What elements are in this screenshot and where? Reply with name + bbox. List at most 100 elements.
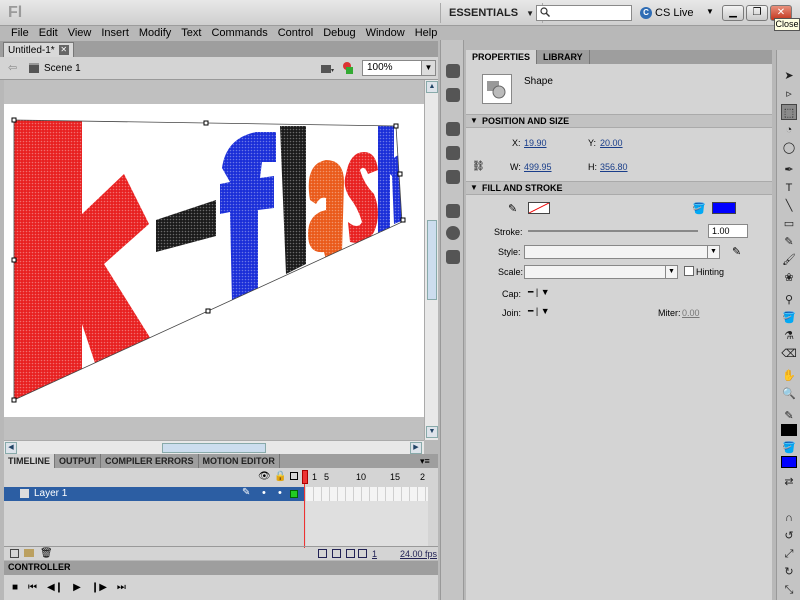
close-icon[interactable]: ✕: [58, 45, 69, 55]
style-select[interactable]: ▼: [524, 245, 720, 259]
hand-tool-icon[interactable]: ✋: [781, 368, 797, 384]
stroke-slider[interactable]: [528, 230, 698, 232]
go-to-end-icon[interactable]: ⏭: [117, 582, 126, 593]
h-value[interactable]: 356.80: [600, 162, 628, 172]
scroll-right-button[interactable]: ▶: [410, 442, 422, 454]
menu-edit[interactable]: Edit: [34, 26, 63, 40]
scroll-left-button[interactable]: ◀: [5, 442, 17, 454]
scale-select[interactable]: ▼: [524, 265, 678, 279]
stage-artwork[interactable]: [4, 104, 424, 417]
edit-multiple-frames-icon[interactable]: [358, 549, 367, 558]
miter-value[interactable]: 0.00: [682, 308, 700, 318]
horizontal-scroll-thumb[interactable]: [162, 443, 266, 453]
panel-menu-icon[interactable]: ▾≡: [420, 456, 430, 467]
eye-icon[interactable]: 👁: [258, 471, 271, 482]
subselection-tool-icon[interactable]: ▹: [781, 86, 797, 102]
playhead[interactable]: [302, 470, 308, 484]
deco-tool-icon[interactable]: ❀: [781, 270, 797, 286]
library-icon[interactable]: [446, 122, 460, 136]
scale-icon[interactable]: ⤡: [781, 582, 797, 598]
outline-icon[interactable]: [290, 472, 298, 480]
stroke-color-swatch[interactable]: [528, 202, 550, 214]
step-back-icon[interactable]: ◀❙: [47, 582, 63, 593]
edit-symbols-icon[interactable]: [342, 61, 356, 75]
rewind-icon[interactable]: ⏮: [28, 582, 37, 593]
frames-area[interactable]: [306, 501, 428, 547]
hinting-checkbox[interactable]: [684, 266, 694, 276]
menu-text[interactable]: Text: [176, 26, 206, 40]
zoom-tool-icon[interactable]: 🔍: [781, 386, 797, 402]
vertical-scroll-thumb[interactable]: [427, 220, 437, 300]
stroke-color-chip[interactable]: [781, 424, 797, 436]
zoom-select[interactable]: 100% ▼: [362, 60, 436, 76]
cap-select[interactable]: ━ | ▼: [528, 287, 550, 298]
outline-color[interactable]: [290, 490, 298, 498]
components-icon[interactable]: [446, 170, 460, 184]
selection-tool-icon[interactable]: ➤: [781, 68, 797, 84]
back-arrow-icon[interactable]: ⇦: [8, 61, 17, 74]
straighten-icon[interactable]: ⤢: [781, 546, 797, 562]
fill-color-chip[interactable]: [781, 456, 797, 468]
snap-icon[interactable]: ∩: [781, 510, 797, 526]
tab-properties[interactable]: PROPERTIES: [466, 50, 538, 64]
cs-live-button[interactable]: C CS Live: [640, 7, 694, 19]
edit-scene-icon[interactable]: [320, 61, 334, 75]
link-icon[interactable]: ⛓: [472, 161, 485, 172]
onion-skin-icon[interactable]: [332, 549, 341, 558]
align-icon[interactable]: [446, 204, 460, 218]
smooth-icon[interactable]: ↺: [781, 528, 797, 544]
transform-icon[interactable]: [446, 250, 460, 264]
tab-library[interactable]: LIBRARY: [537, 50, 590, 64]
center-frame-icon[interactable]: [318, 549, 327, 558]
stop-icon[interactable]: ■: [12, 582, 18, 593]
fill-stroke-section[interactable]: ▼ FILL AND STROKE: [466, 181, 772, 195]
x-value[interactable]: 19.90: [524, 138, 547, 148]
menu-help[interactable]: Help: [410, 26, 443, 40]
menu-modify[interactable]: Modify: [134, 26, 176, 40]
brush-tool-icon[interactable]: 🖌: [781, 252, 797, 268]
swap-colors-icon[interactable]: ⇄: [781, 474, 797, 490]
free-transform-tool-icon[interactable]: ⬚: [781, 104, 797, 120]
frame-strip[interactable]: [306, 487, 428, 501]
color-icon[interactable]: [446, 146, 460, 160]
scroll-down-button[interactable]: ▼: [426, 426, 438, 438]
onion-outline-icon[interactable]: [346, 549, 355, 558]
lock-icon[interactable]: 🔒: [274, 471, 286, 482]
frame-rate[interactable]: 24.00 fps: [400, 549, 437, 559]
text-tool-icon[interactable]: T: [781, 180, 797, 196]
new-folder-icon[interactable]: [24, 549, 34, 557]
help-search-input[interactable]: [536, 5, 632, 21]
3d-rotation-tool-icon[interactable]: ◔: [781, 122, 797, 138]
bone-tool-icon[interactable]: ⚲: [781, 292, 797, 308]
visibility-dot[interactable]: •: [262, 487, 266, 499]
stroke-input[interactable]: 1.00: [708, 224, 748, 238]
paint-bucket-tool-icon[interactable]: 🪣: [781, 310, 797, 326]
new-layer-icon[interactable]: [10, 549, 19, 558]
pencil-tool-icon[interactable]: ✎: [781, 234, 797, 250]
current-frame[interactable]: 1: [372, 549, 377, 559]
fill-color-icon[interactable]: 🪣: [781, 440, 797, 456]
step-forward-icon[interactable]: ❙▶: [91, 582, 107, 593]
rotate-skew-icon[interactable]: ↻: [781, 564, 797, 580]
position-size-section[interactable]: ▼ POSITION AND SIZE: [466, 114, 772, 128]
workspace-switcher[interactable]: ESSENTIALS ▼: [440, 3, 543, 23]
play-icon[interactable]: ▶: [73, 582, 81, 593]
fill-color-swatch[interactable]: [712, 202, 736, 214]
horizontal-scrollbar[interactable]: ◀ ▶: [4, 440, 424, 454]
motion-presets-icon[interactable]: [446, 64, 460, 78]
lasso-tool-icon[interactable]: ◯: [781, 140, 797, 156]
lock-dot[interactable]: •: [278, 487, 282, 499]
menu-commands[interactable]: Commands: [206, 26, 272, 40]
swatches-icon[interactable]: [446, 88, 460, 102]
rectangle-tool-icon[interactable]: ▭: [781, 216, 797, 232]
vertical-scrollbar[interactable]: ▲ ▼: [424, 80, 438, 440]
document-tab[interactable]: Untitled-1* ✕: [3, 42, 74, 57]
minimize-button[interactable]: ▁: [722, 5, 744, 21]
chevron-down-icon[interactable]: ▼: [706, 7, 714, 16]
scroll-up-button[interactable]: ▲: [426, 81, 438, 93]
tab-timeline[interactable]: TIMELINE: [4, 454, 55, 468]
menu-debug[interactable]: Debug: [318, 26, 360, 40]
eyedropper-tool-icon[interactable]: ⚗: [781, 328, 797, 344]
menu-insert[interactable]: Insert: [96, 26, 134, 40]
y-value[interactable]: 20.00: [600, 138, 623, 148]
